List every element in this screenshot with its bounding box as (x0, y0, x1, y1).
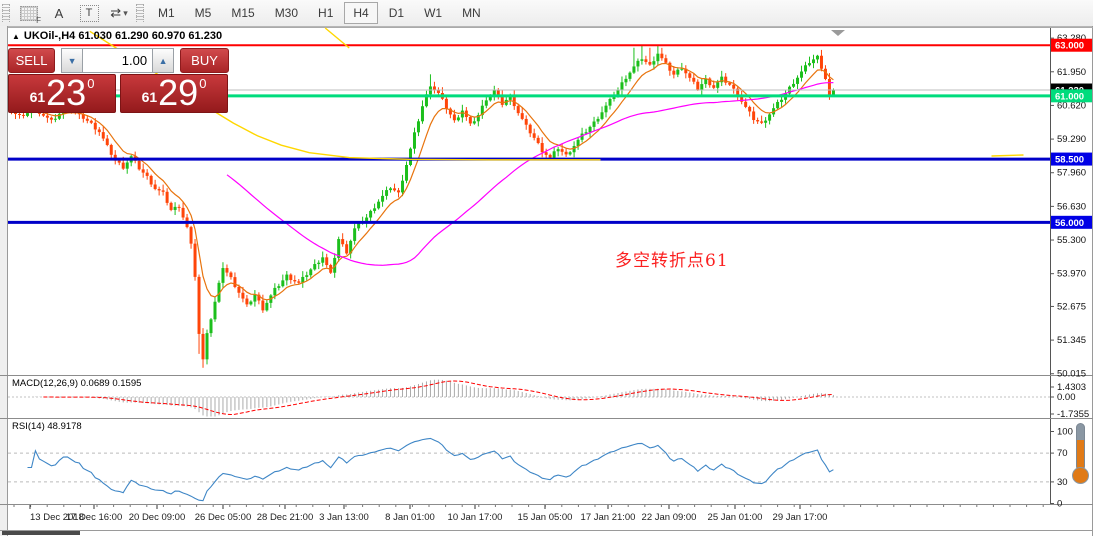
thermometer-bulb (1072, 467, 1089, 484)
y-axis-tick: 51.345 (1057, 335, 1086, 346)
y-axis-tick: 56.630 (1057, 201, 1086, 212)
ask-price-sup: 0 (199, 76, 207, 91)
rsi-scale-tick: 30 (1057, 477, 1068, 488)
rsi-label: RSI(14) 48.9178 (12, 421, 82, 432)
x-axis-label: 28 Dec 21:00 (257, 512, 314, 523)
title-triangle-icon: ▲ (12, 32, 20, 41)
thermometer-icon (1069, 423, 1093, 487)
buy-button[interactable]: BUY (180, 48, 229, 73)
one-click-trade-panel: SELL ▼ 1.00 ▲ BUY 61 23 0 61 29 0 (8, 48, 229, 113)
y-axis-tick: 57.960 (1057, 168, 1086, 179)
price-badge-label: 61.000 (1055, 91, 1084, 102)
chart-annotation-text: 多空转折点61 (615, 251, 729, 271)
bid-price-panel[interactable]: 61 23 0 (8, 74, 116, 113)
date-axis: 13 Dec 201817 Dec 16:00 20 Dec 09:00 26 De… (13, 505, 1044, 523)
x-axis-label: 26 Dec 05:00 (195, 512, 252, 523)
bid-price-sup: 0 (87, 76, 95, 91)
price-axis: 63.28061.95060.62059.29057.96056.63055.3… (1050, 33, 1092, 380)
rsi-line (27, 437, 834, 502)
ask-price-big: 29 (158, 72, 199, 114)
macd-scale-tick: -1.7355 (1057, 409, 1089, 420)
bid-price-prefix: 61 (29, 89, 46, 105)
price-badge-label: 63.000 (1055, 41, 1084, 52)
x-axis-label: 8 Jan 01:00 (385, 512, 435, 523)
volume-decrease-button[interactable]: ▼ (61, 48, 84, 73)
x-axis-label: 3 Jan 13:00 (319, 512, 369, 523)
y-axis-tick: 61.950 (1057, 67, 1086, 78)
y-axis-tick: 53.970 (1057, 269, 1086, 280)
chart-shift-marker-icon (831, 30, 845, 36)
volume-increase-button[interactable]: ▲ (152, 48, 175, 73)
ask-price-prefix: 61 (141, 89, 158, 105)
rsi-scale-tick: 70 (1057, 448, 1068, 459)
macd-layer: 1.43030.00-1.7355 (8, 379, 1089, 420)
y-axis-tick: 50.015 (1057, 369, 1086, 380)
thermometer-tube (1076, 423, 1085, 471)
x-axis-label: 29 Jan 17:00 (773, 512, 828, 523)
y-axis-tick: 59.290 (1057, 134, 1086, 145)
x-axis-label: 17 Dec 16:00 (66, 512, 123, 523)
chart-title: ▲ UKOil-,H4 61.030 61.290 60.970 61.230 (12, 30, 223, 42)
y-axis-tick: 52.675 (1057, 301, 1086, 312)
volume-input[interactable]: 1.00 (83, 48, 153, 73)
x-axis-label: 17 Jan 21:00 (581, 512, 636, 523)
volume-stepper: ▼ 1.00 ▲ (61, 48, 175, 73)
mt4-application-window: F A T ⇄ ▾ M1 M5 M15 M30 H1 H4 D1 W1 MN 63.280 61.… (0, 0, 1093, 536)
macd-scale-tick: 0.00 (1057, 392, 1076, 403)
x-axis-label: 22 Jan 09:00 (642, 512, 697, 523)
x-axis-label: 25 Jan 01:00 (708, 512, 763, 523)
yellow-overlays-layer (89, 27, 1024, 161)
price-badge-label: 56.000 (1055, 218, 1084, 229)
macd-label: MACD(12,26,9) 0.0689 0.1595 (12, 378, 142, 389)
slow-ma (226, 82, 834, 266)
sell-button[interactable]: SELL (8, 48, 56, 73)
ask-price-panel[interactable]: 61 29 0 (120, 74, 228, 113)
yellow-dash (991, 154, 1024, 157)
rsi-scale-tick: 0 (1057, 499, 1062, 510)
price-badge-label: 58.500 (1055, 155, 1084, 166)
x-axis-label: 20 Dec 09:00 (129, 512, 186, 523)
y-axis-tick: 55.300 (1057, 235, 1086, 246)
bid-price-big: 23 (46, 72, 87, 114)
x-axis-label: 10 Jan 17:00 (448, 512, 503, 523)
rsi-layer: 10070300 (8, 427, 1073, 510)
x-axis-label: 15 Jan 05:00 (518, 512, 573, 523)
